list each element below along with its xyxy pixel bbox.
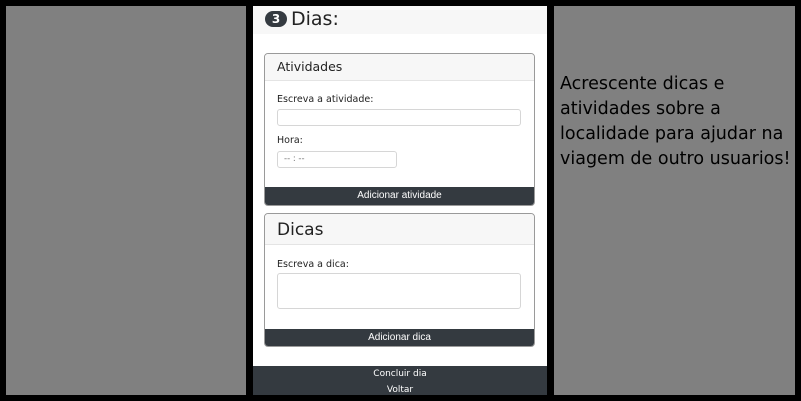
phone-bezel-left [246, 0, 253, 401]
phone-screen: 3 Dias: Atividades Escreva a atividade: … [253, 6, 547, 395]
hour-label: Hora: [277, 135, 303, 146]
day-count-badge: 3 [265, 11, 287, 27]
right-backdrop [554, 6, 795, 395]
atividades-card: Atividades Escreva a atividade: Hora: --… [264, 53, 535, 206]
dicas-card: Dicas Escreva a dica: Adicionar dica [264, 213, 535, 347]
dias-header: 3 Dias: [253, 6, 547, 34]
hint-text: Acrescente dicas e atividades sobre a lo… [560, 74, 791, 169]
activity-input[interactable] [277, 109, 521, 126]
dias-title: Dias: [291, 8, 339, 30]
left-backdrop [6, 6, 246, 395]
phone-bezel-right [547, 0, 554, 401]
conclude-day-button[interactable]: Concluir dia [253, 366, 547, 383]
dicas-card-header: Dicas [265, 214, 534, 245]
dicas-title: Dicas [277, 220, 324, 240]
add-activity-button[interactable]: Adicionar atividade [265, 187, 534, 205]
atividades-title: Atividades [277, 59, 343, 74]
hour-input[interactable]: -- : -- [277, 151, 397, 168]
tip-label: Escreva a dica: [277, 259, 349, 270]
tip-textarea[interactable] [277, 273, 521, 309]
add-tip-button[interactable]: Adicionar dica [265, 329, 534, 346]
atividades-card-header: Atividades [265, 54, 534, 81]
activity-label: Escreva a atividade: [277, 94, 374, 105]
back-button[interactable]: Voltar [253, 383, 547, 395]
